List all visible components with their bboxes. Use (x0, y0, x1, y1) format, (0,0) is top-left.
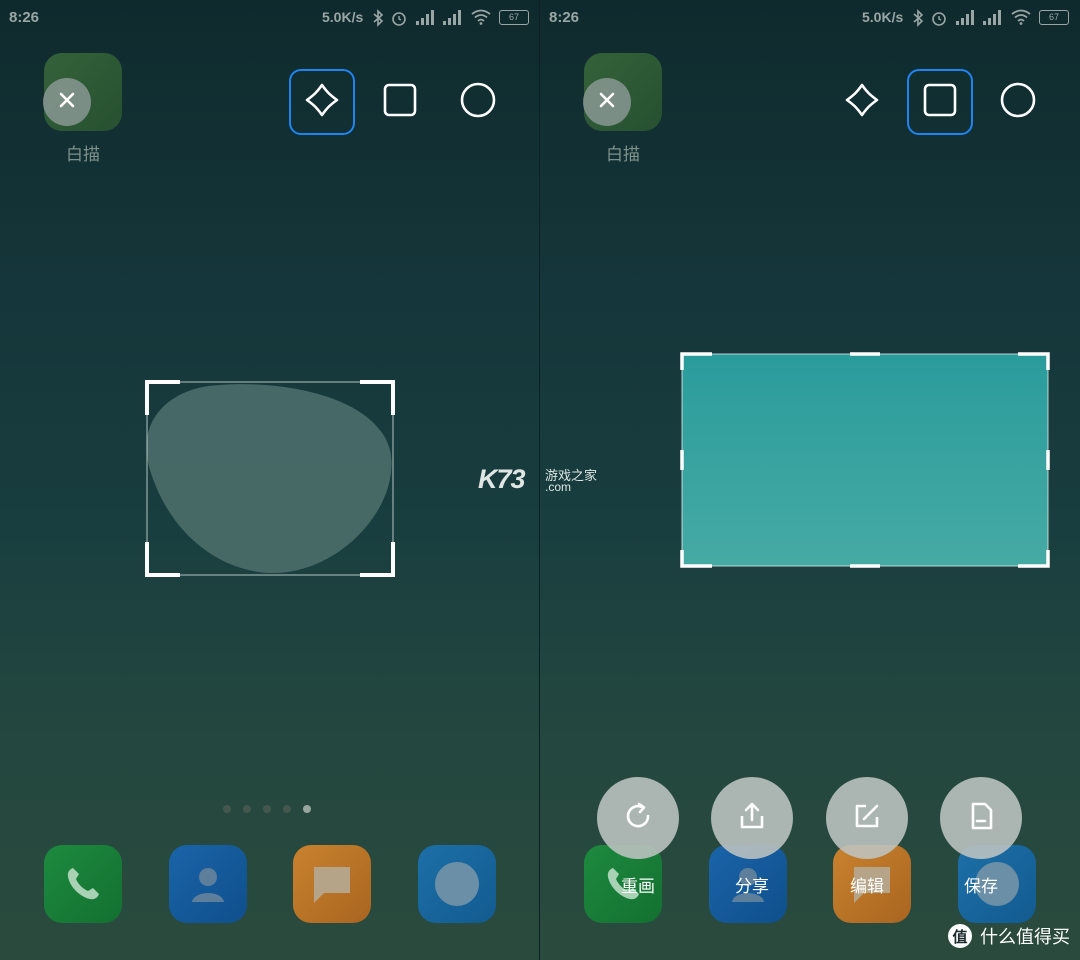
app-label: 白描 (606, 145, 640, 165)
screenshot-composite: 8:26 5.0K/s 67 白描 8:26 5.0K/s 67 白描 重画 分… (0, 0, 1080, 960)
freeform-selection-area (146, 384, 392, 574)
close-button[interactable] (43, 78, 91, 126)
network-speed: 5.0K/s (862, 9, 904, 25)
corner-handle-tr (360, 380, 395, 415)
save-button[interactable] (940, 777, 1022, 859)
rectangle-selection-area (682, 354, 1048, 566)
contacts-icon (192, 868, 224, 902)
shape-circle-option[interactable] (986, 70, 1050, 134)
battery-indicator: 67 (1039, 10, 1069, 25)
corner-handle-bl (145, 542, 180, 577)
circle-icon (999, 81, 1037, 123)
save-label: 保存 (964, 877, 998, 897)
smzdm-credit-text: 什么值得买 (980, 927, 1070, 948)
alarm-icon (930, 9, 948, 31)
status-bar: 8:26 5.0K/s 67 (540, 0, 1080, 36)
page-dot (223, 805, 231, 813)
k73-watermark: K73 游戏之家 .com (478, 464, 618, 496)
bluetooth-icon (372, 9, 384, 31)
watermark-brand: K73 (478, 464, 526, 494)
page-indicator (223, 805, 311, 813)
freeform-icon (842, 80, 882, 124)
save-icon (965, 800, 997, 836)
shape-freeform-option[interactable] (830, 70, 894, 134)
message-icon (314, 867, 350, 903)
contacts-app-icon[interactable] (169, 845, 247, 923)
shape-square-option[interactable] (368, 70, 432, 134)
redraw-button[interactable] (597, 777, 679, 859)
share-button[interactable] (711, 777, 793, 859)
freeform-icon (302, 80, 342, 124)
bluetooth-icon (912, 9, 924, 31)
smzdm-credit: 值 什么值得买 (948, 920, 1070, 952)
right-screenshot-pane: 8:26 5.0K/s 67 白描 重画 分享 编辑 保存 (540, 0, 1080, 960)
browser-app-icon[interactable] (418, 845, 496, 923)
square-icon (383, 83, 417, 121)
page-dot (263, 805, 271, 813)
edit-label: 编辑 (850, 877, 884, 897)
battery-indicator: 67 (499, 10, 529, 25)
square-icon (923, 83, 957, 121)
status-time: 8:26 (549, 9, 580, 26)
share-icon (736, 800, 768, 836)
page-dot (243, 805, 251, 813)
close-button[interactable] (583, 78, 631, 126)
status-bar: 8:26 5.0K/s 67 (0, 0, 540, 36)
signal-icon (955, 9, 977, 29)
wifi-icon (470, 9, 492, 29)
shape-square-option[interactable] (907, 69, 973, 135)
alarm-icon (390, 9, 408, 31)
freeform-selection[interactable] (140, 375, 400, 581)
close-icon (599, 92, 615, 112)
shape-freeform-option[interactable] (289, 69, 355, 135)
edit-button[interactable] (826, 777, 908, 859)
phone-icon (67, 868, 99, 900)
corner-handle-br (360, 542, 395, 577)
signal-hd-icon (982, 9, 1004, 29)
redraw-label: 重画 (621, 877, 655, 897)
phone-app-icon[interactable] (44, 845, 122, 923)
page-dot-active (303, 805, 311, 813)
browser-icon (435, 862, 479, 906)
share-label: 分享 (735, 877, 769, 897)
circle-icon (459, 81, 497, 123)
signal-hd-icon (442, 9, 464, 29)
network-speed: 5.0K/s (322, 9, 364, 25)
messages-app-icon[interactable] (293, 845, 371, 923)
left-screenshot-pane: 8:26 5.0K/s 67 白描 (0, 0, 540, 960)
smzdm-logo-icon: 值 (948, 924, 972, 948)
watermark-domain: .com (545, 480, 572, 494)
wifi-icon (1010, 9, 1032, 29)
signal-icon (415, 9, 437, 29)
app-label: 白描 (66, 145, 100, 165)
status-time: 8:26 (9, 9, 40, 26)
close-icon (59, 92, 75, 112)
edit-icon (851, 800, 883, 836)
rectangle-selection[interactable] (678, 350, 1052, 570)
shape-circle-option[interactable] (446, 70, 510, 134)
redraw-icon (622, 800, 654, 836)
page-dot (283, 805, 291, 813)
